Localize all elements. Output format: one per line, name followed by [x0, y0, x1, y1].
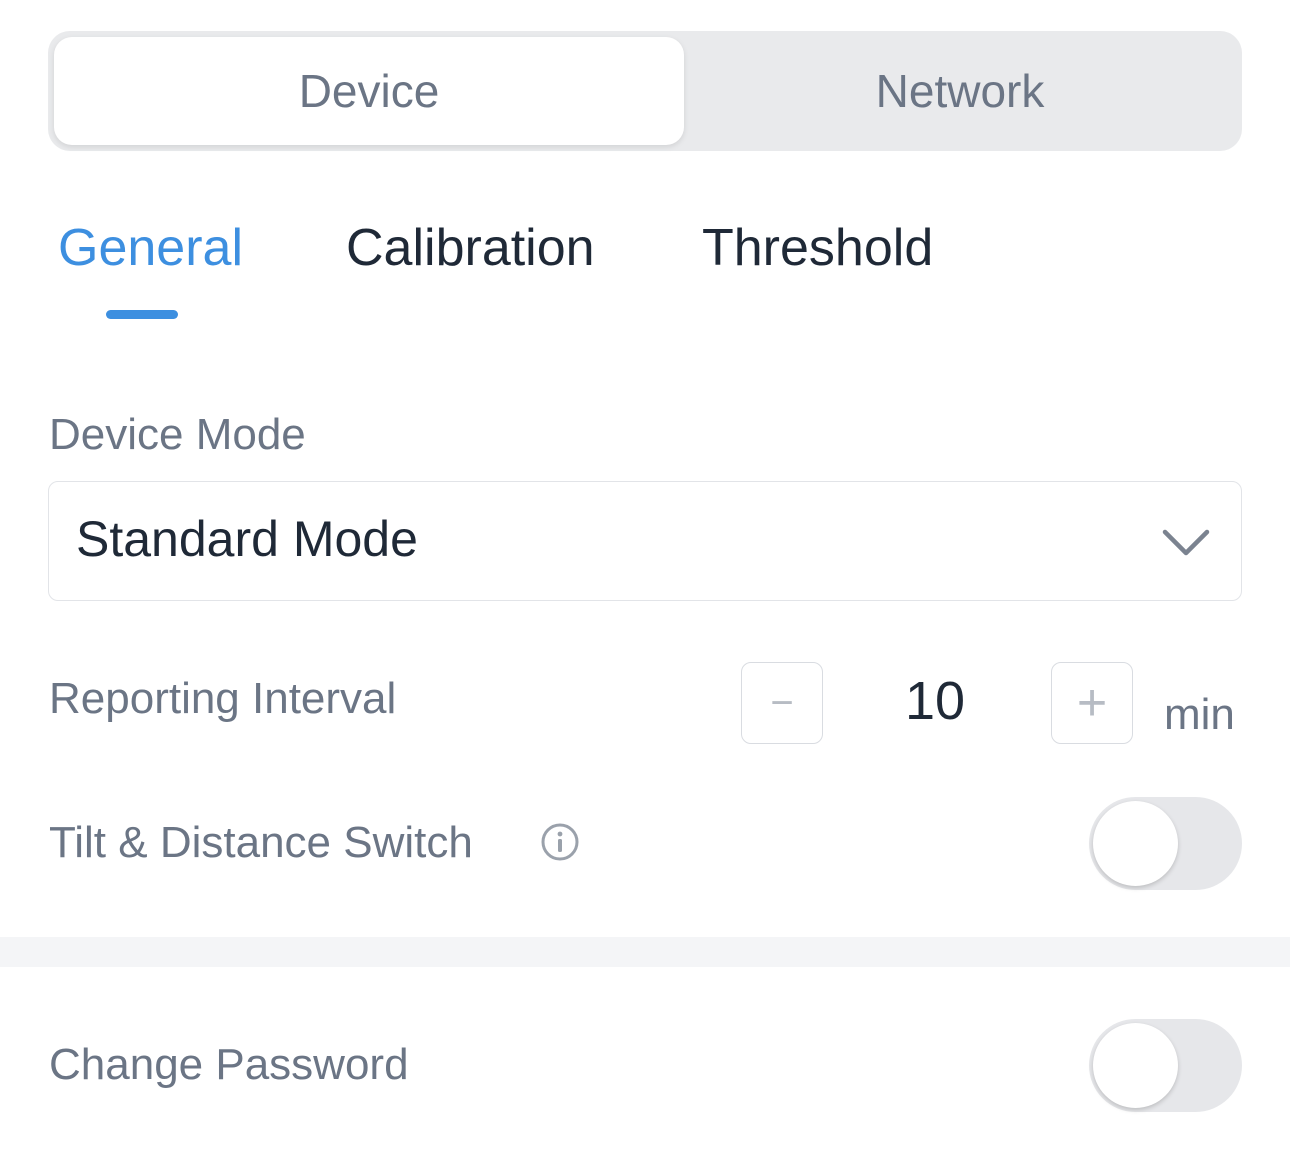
plus-icon: +: [1076, 674, 1108, 732]
segment-network-label: Network: [875, 65, 1045, 117]
active-tab-indicator: [106, 310, 178, 319]
tab-bar: General Calibration Threshold: [0, 200, 1290, 330]
segment-device[interactable]: Device: [54, 37, 684, 145]
segmented-control: Device Network: [48, 31, 1242, 151]
tilt-distance-switch-label: Tilt & Distance Switch: [49, 818, 473, 867]
device-mode-select[interactable]: Standard Mode: [48, 481, 1242, 601]
section-divider: [0, 937, 1290, 967]
tilt-distance-toggle[interactable]: [1089, 797, 1242, 890]
reporting-interval-label: Reporting Interval: [49, 674, 397, 723]
device-mode-label: Device Mode: [49, 410, 306, 459]
settings-page: Device Network General Calibration Thres…: [0, 0, 1290, 1175]
interval-unit: min: [1164, 690, 1235, 739]
increment-button[interactable]: +: [1051, 662, 1133, 744]
change-password-toggle[interactable]: [1089, 1019, 1242, 1112]
toggle-knob: [1093, 801, 1178, 886]
segment-network[interactable]: Network: [684, 37, 1236, 145]
tab-calibration[interactable]: Calibration: [346, 216, 595, 280]
reporting-interval-value[interactable]: 10: [880, 670, 990, 732]
segment-device-label: Device: [298, 65, 440, 117]
minus-icon: −: [770, 681, 794, 725]
info-icon[interactable]: [540, 822, 580, 862]
device-mode-value: Standard Mode: [76, 511, 418, 567]
change-password-label: Change Password: [49, 1040, 409, 1089]
tab-general[interactable]: General: [58, 216, 243, 280]
chevron-down-icon: [1162, 529, 1210, 556]
tab-threshold[interactable]: Threshold: [702, 216, 933, 280]
decrement-button[interactable]: −: [741, 662, 823, 744]
toggle-knob: [1093, 1023, 1178, 1108]
